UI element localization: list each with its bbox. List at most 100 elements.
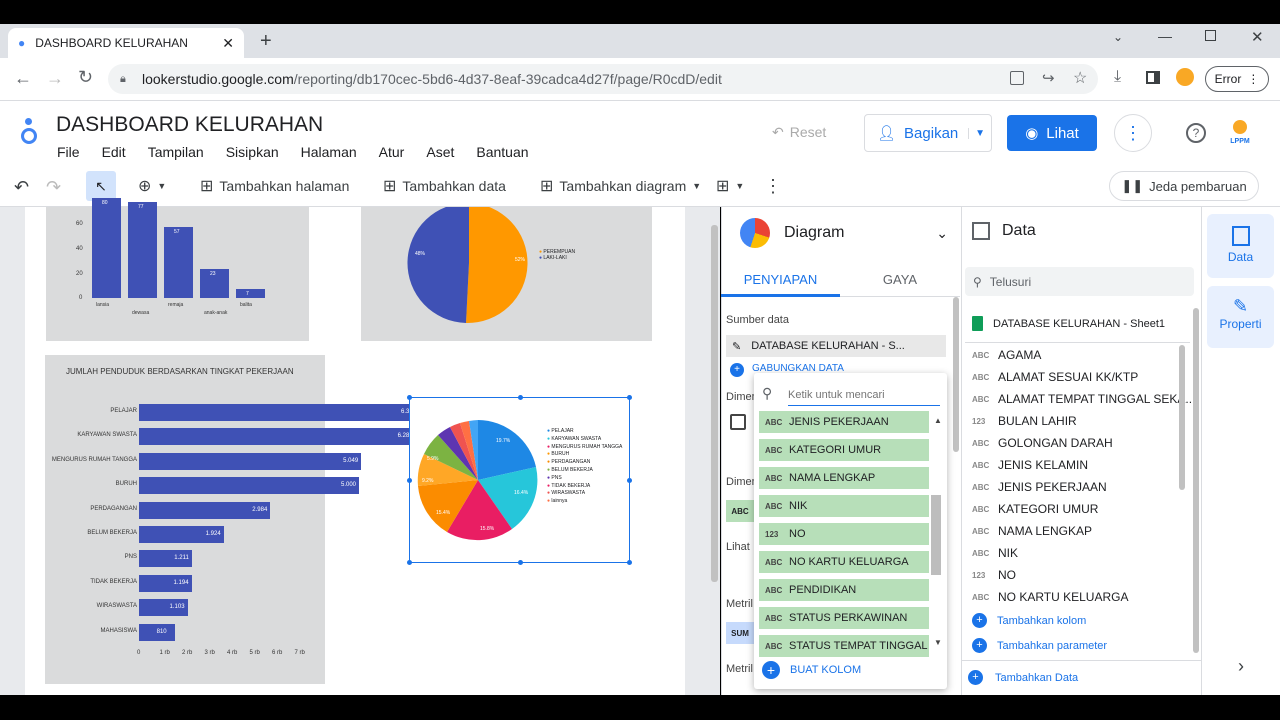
side-panel-icon[interactable] xyxy=(1146,71,1160,84)
account-avatar[interactable]: LPPM xyxy=(1226,120,1254,148)
zoom-tool[interactable]: ⊕ ▼ xyxy=(138,176,166,196)
field-item[interactable]: ABC KATEGORI UMUR xyxy=(972,502,1098,516)
translate-icon[interactable] xyxy=(1010,71,1024,85)
create-field-button[interactable]: + BUAT KOLOM xyxy=(762,661,861,679)
tab-setup[interactable]: PENYIAPAN xyxy=(721,262,840,297)
field-item[interactable]: ABC NAMA LENGKAP xyxy=(972,524,1092,538)
data-scrollbar[interactable] xyxy=(1179,345,1185,490)
resize-handle[interactable] xyxy=(627,560,632,565)
error-button[interactable]: Error ⋮ xyxy=(1205,66,1269,92)
reload-icon[interactable]: ↻ xyxy=(78,67,93,88)
field-search-input[interactable] xyxy=(788,384,940,406)
menu-arrange[interactable]: Atur xyxy=(379,144,405,160)
tab-style[interactable]: GAYA xyxy=(840,262,960,297)
field-item[interactable]: ABC JENIS PEKERJAAN xyxy=(972,480,1107,494)
minimize-icon[interactable]: — xyxy=(1158,28,1172,44)
field-item[interactable]: ABC AGAMA xyxy=(972,348,1041,362)
panel-scrollbar[interactable] xyxy=(953,297,959,452)
report-title[interactable]: DASHBOARD KELURAHAN xyxy=(56,113,323,137)
share-button[interactable]: 👤︎ Bagikan ▼ xyxy=(864,114,992,152)
tab-search-icon[interactable]: ⌄ xyxy=(1113,30,1123,44)
back-icon[interactable]: ← xyxy=(14,68,32,89)
undo-icon[interactable]: ↶ xyxy=(14,177,29,198)
field-option[interactable]: ABC NAMA LENGKAP xyxy=(759,467,929,489)
resize-handle[interactable] xyxy=(627,395,632,400)
resize-handle[interactable] xyxy=(407,478,412,483)
menu-help[interactable]: Bantuan xyxy=(476,144,528,160)
resize-handle[interactable] xyxy=(407,395,412,400)
metric-chip[interactable]: SUM xyxy=(726,622,754,644)
add-data-button[interactable]: ⊞ Tambahkan data xyxy=(383,176,506,196)
url-field[interactable]: 🔒︎ lookerstudio.google.com/reporting/db1… xyxy=(108,64,1098,94)
canvas-scrollbar[interactable] xyxy=(711,225,718,582)
menu-edit[interactable]: Edit xyxy=(102,144,126,160)
age-bar-chart[interactable]: 60 40 20 0 80 lansia 77 dewasa 57 remaja 23 ana… xyxy=(46,198,309,341)
field-item[interactable]: ABC JENIS KELAMIN xyxy=(972,458,1088,472)
close-tab-icon[interactable]: ✕ xyxy=(222,35,234,52)
pause-updates-button[interactable]: ❚❚ Jeda pembaruan xyxy=(1109,171,1259,201)
job-bar-chart[interactable]: JUMLAH PENDUDUK BERDASARKAN TINGKAT PEKE… xyxy=(45,355,420,684)
add-page-button[interactable]: ⊞ Tambahkan halaman xyxy=(200,176,349,196)
field-option[interactable]: ABC NO KARTU KELUARGA xyxy=(759,551,929,573)
add-parameter-button[interactable]: + Tambahkan parameter xyxy=(972,638,1107,653)
dimension-chip[interactable]: ABC xyxy=(726,500,754,522)
new-tab-icon[interactable]: + xyxy=(260,30,272,53)
rail-data-button[interactable]: Data xyxy=(1207,214,1274,278)
toolbar-more-icon[interactable]: ⋮ xyxy=(764,176,782,197)
field-option[interactable]: ABC JENIS PEKERJAAN xyxy=(759,411,929,433)
add-chart-button[interactable]: ⊞ Tambahkan diagram ▼ xyxy=(540,176,701,196)
resize-handle[interactable] xyxy=(518,395,523,400)
menu-insert[interactable]: Sisipkan xyxy=(226,144,279,160)
restore-icon[interactable] xyxy=(1205,30,1216,41)
download-icon[interactable]: ⤓ xyxy=(1114,68,1121,86)
menu-view[interactable]: Tampilan xyxy=(148,144,204,160)
field-item[interactable]: ABC NIK xyxy=(972,546,1018,560)
data-panel-scrollbar[interactable] xyxy=(1193,308,1199,653)
field-option[interactable]: ABC STATUS PERKAWINAN xyxy=(759,607,929,629)
rail-properties-button[interactable]: ✎ Properti xyxy=(1207,286,1274,348)
field-item[interactable]: ABC ALAMAT SESUAI KK/KTP xyxy=(972,370,1138,384)
menu-file[interactable]: File xyxy=(57,144,80,160)
view-button[interactable]: ◉ Lihat xyxy=(1007,115,1097,151)
field-item[interactable]: 123 NO xyxy=(972,568,1016,582)
field-option[interactable]: ABC KATEGORI UMUR xyxy=(759,439,929,461)
more-options-icon[interactable]: ⋮ xyxy=(1114,114,1152,152)
field-item[interactable]: ABC GOLONGAN DARAH xyxy=(972,436,1113,450)
add-data-source-button[interactable]: + Tambahkan Data xyxy=(968,670,1078,685)
resize-handle[interactable] xyxy=(627,478,632,483)
field-option[interactable]: 123 NO xyxy=(759,523,929,545)
profile-avatar-icon[interactable] xyxy=(1176,68,1194,86)
reset-button[interactable]: ↶ Reset xyxy=(772,124,826,141)
share-page-icon[interactable]: ↪ xyxy=(1042,69,1055,87)
data-search-box[interactable]: ⚲ Telusuri xyxy=(965,267,1194,296)
field-item[interactable]: ABC ALAMAT TEMPAT TINGGAL SEKA... xyxy=(972,392,1195,406)
share-dropdown-icon[interactable]: ▼ xyxy=(968,127,985,139)
chart-type-picker[interactable]: Diagram ⌄ xyxy=(730,213,954,253)
job-pie-chart[interactable]: 19.7% 16.4% 15.8% 15.4% 9.2% 5.9% ● PELA… xyxy=(407,395,632,565)
menu-page[interactable]: Halaman xyxy=(301,144,357,160)
redo-icon[interactable]: ↷ xyxy=(46,177,61,198)
dropdown-scroll-up-icon[interactable]: ▲ xyxy=(934,416,942,425)
dropdown-scroll-down-icon[interactable]: ▼ xyxy=(934,638,942,647)
field-option[interactable]: ABC STATUS TEMPAT TINGGAL xyxy=(759,635,929,657)
select-tool-icon[interactable]: ↖ xyxy=(86,171,116,201)
data-source-entry[interactable]: DATABASE KELURAHAN - Sheet1 xyxy=(972,316,1165,331)
field-option[interactable]: ABC NIK xyxy=(759,495,929,517)
bookmark-star-icon[interactable]: ☆ xyxy=(1073,68,1087,88)
expand-chevron-icon[interactable]: › xyxy=(1238,656,1244,677)
resize-handle[interactable] xyxy=(518,560,523,565)
add-field-button[interactable]: + Tambahkan kolom xyxy=(972,613,1086,628)
looker-studio-logo-icon[interactable] xyxy=(21,118,39,146)
close-window-icon[interactable]: ✕ xyxy=(1251,28,1264,46)
browser-tab[interactable]: ● DASHBOARD KELURAHAN ✕ xyxy=(8,28,244,58)
field-item[interactable]: 123 BULAN LAHIR xyxy=(972,414,1077,428)
add-control-button[interactable]: ⊞ ▼ xyxy=(716,176,744,196)
resize-handle[interactable] xyxy=(407,560,412,565)
help-icon[interactable]: ? xyxy=(1186,123,1206,143)
data-source-field[interactable]: ✎ DATABASE KELURAHAN - S... xyxy=(726,335,946,357)
field-item[interactable]: ABC NO KARTU KELUARGA xyxy=(972,590,1128,604)
gender-pie-chart[interactable]: 48% 52% ● PEREMPUAN ● LAKI-LAKI xyxy=(361,207,652,341)
forward-icon[interactable]: → xyxy=(46,68,64,89)
field-option[interactable]: ABC PENDIDIKAN xyxy=(759,579,929,601)
menu-resource[interactable]: Aset xyxy=(426,144,454,160)
